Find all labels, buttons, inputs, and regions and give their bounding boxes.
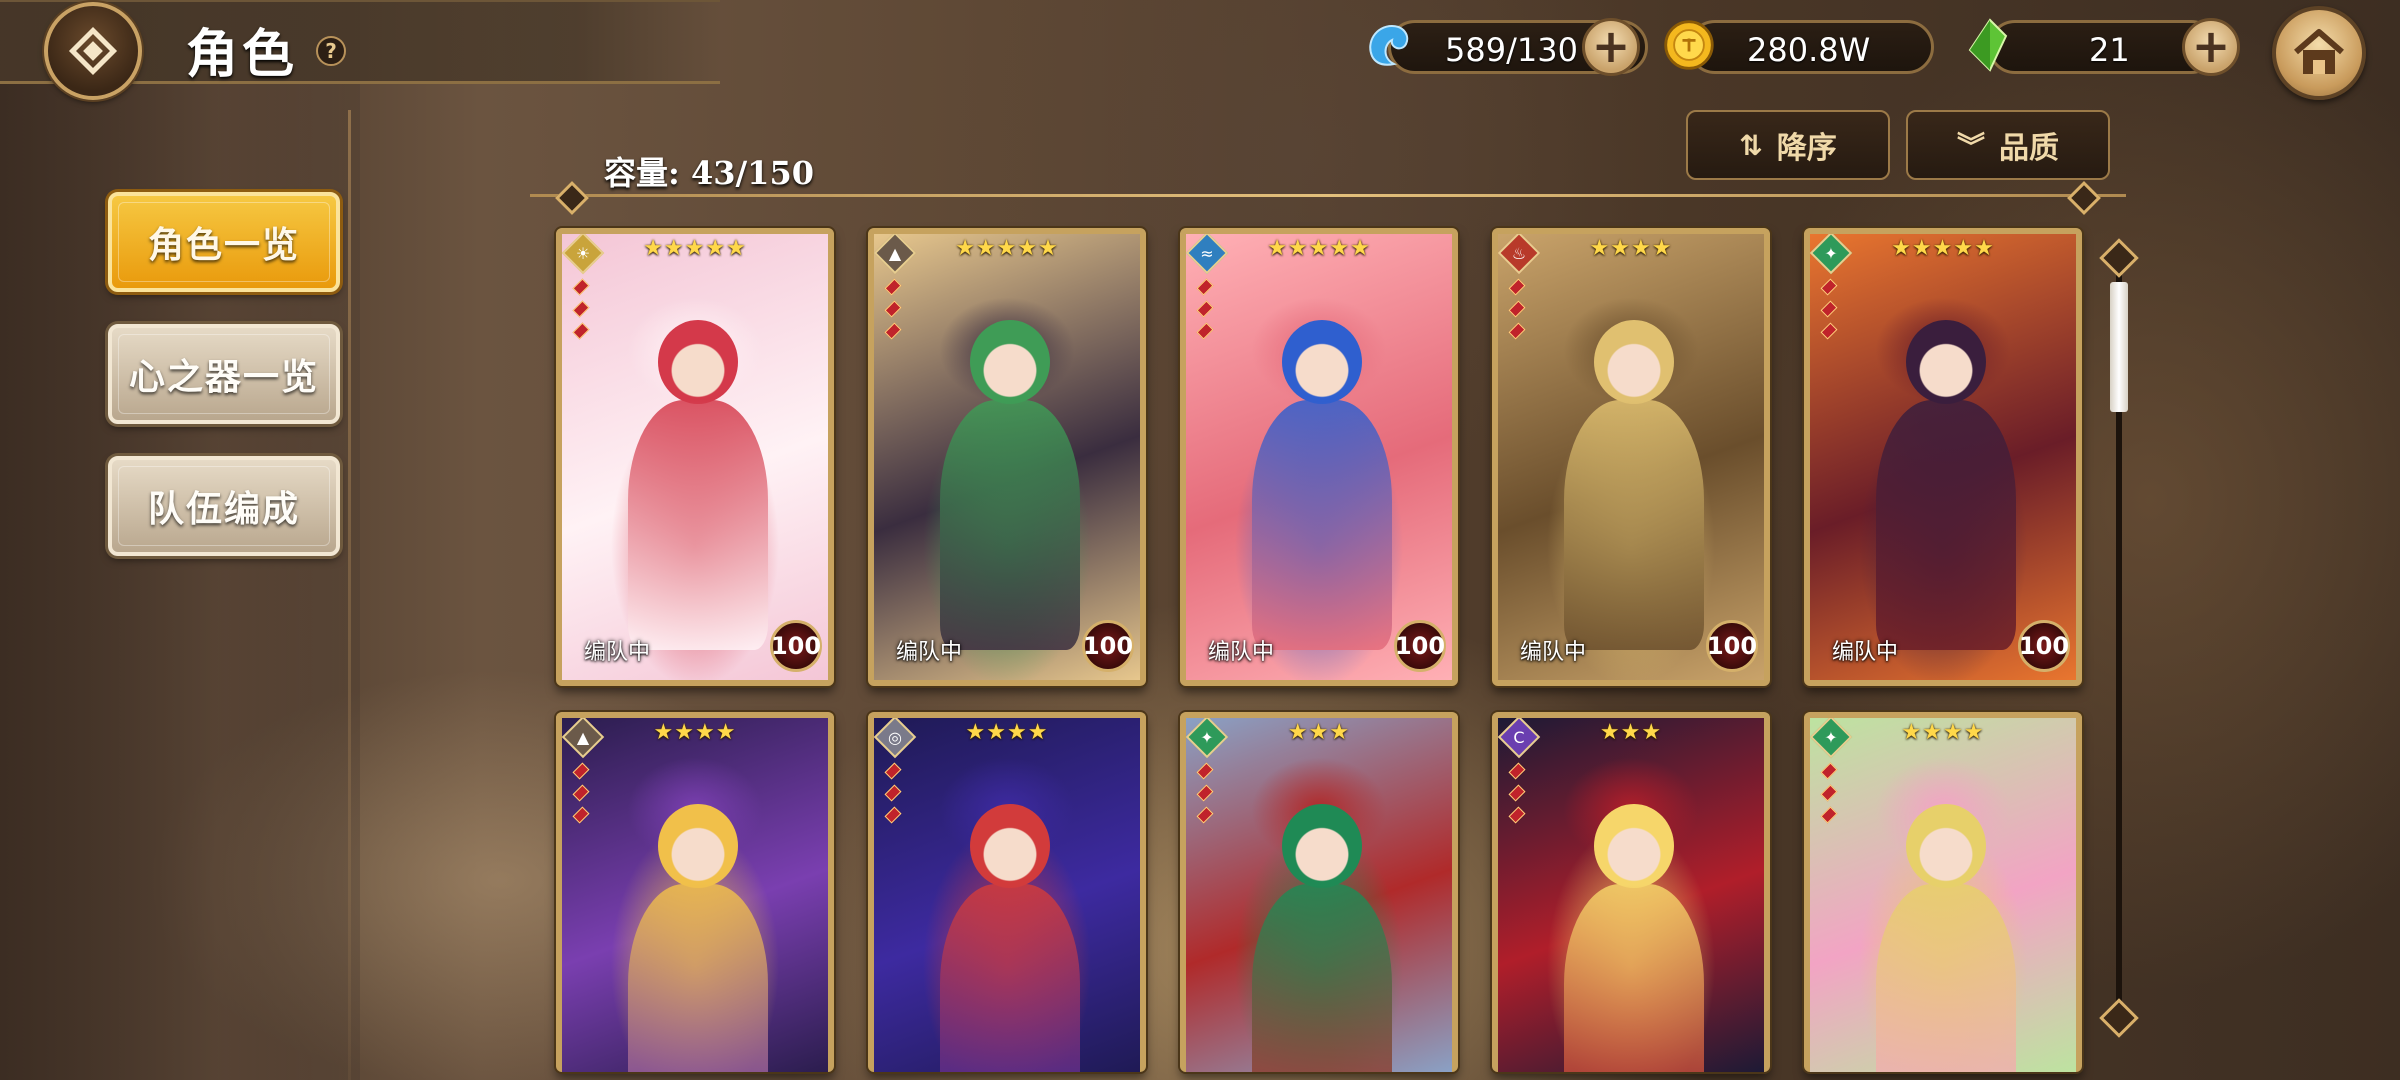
menu-character-list[interactable]: 角色一览 [108, 192, 340, 292]
character-card[interactable]: ★★★★ ♨ 编队中 100 [1492, 228, 1770, 686]
element-symbol: ✦ [1824, 727, 1838, 747]
chevron-down-icon: ︾ [1956, 130, 1985, 163]
left-divider [348, 110, 351, 1080]
element-symbol: ✦ [1200, 727, 1214, 747]
awakening-gems [1820, 278, 1838, 346]
element-symbol: ✦ [1824, 243, 1838, 263]
character-card[interactable]: ★★★★ ◎ [868, 712, 1146, 1072]
sort-order-button[interactable]: ⇅ 降序 [1686, 110, 1890, 180]
character-card[interactable]: ★★★★★ ≈ 编队中 100 [1180, 228, 1458, 686]
character-body [1876, 884, 2016, 1072]
green-crystal-icon [1960, 18, 2014, 72]
rarity-stars: ★★★★★ [643, 236, 747, 261]
home-button[interactable] [2272, 6, 2366, 100]
character-body [1876, 400, 2016, 650]
rarity-stars: ★★★ [1599, 720, 1663, 745]
gold-counter: 280.8W [1688, 20, 1934, 74]
in-team-tag: 编队中 [1208, 640, 1275, 665]
element-symbol: C [1513, 727, 1525, 747]
character-head [1906, 804, 1986, 888]
character-body [940, 884, 1080, 1072]
quality-filter-label: 品质 [1999, 131, 2059, 166]
in-team-tag: 编队中 [1520, 640, 1587, 665]
rarity-stars: ★★★★ [653, 720, 737, 745]
rarity-stars: ★★★★★ [955, 236, 1059, 261]
help-icon[interactable]: ? [316, 36, 346, 66]
character-head [658, 320, 738, 404]
level-badge: 100 [1394, 620, 1446, 672]
scrollbar-thumb[interactable] [2110, 282, 2128, 412]
awakening-gems [1196, 278, 1214, 346]
rarity-stars: ★★★★★ [1891, 236, 1995, 261]
level-badge: 100 [1706, 620, 1758, 672]
character-card[interactable]: ★★★★ ✦ [1804, 712, 2082, 1072]
level-badge: 100 [2018, 620, 2070, 672]
element-symbol: ♨ [1511, 243, 1527, 263]
awakening-gems [1820, 762, 1838, 830]
capacity-text: 容量: 43/150 [604, 154, 814, 192]
gold-coin-icon [1662, 18, 1716, 72]
awakening-gems [1508, 762, 1526, 830]
character-head [1594, 320, 1674, 404]
rarity-stars: ★★★★ [965, 720, 1049, 745]
sort-order-label: 降序 [1776, 131, 1837, 166]
character-body [628, 400, 768, 650]
character-card[interactable]: ★★★★ ▲ [556, 712, 834, 1072]
quality-filter-button[interactable]: ︾ 品质 [1906, 110, 2110, 180]
character-card[interactable]: ★★★★★ ▲ 编队中 100 [868, 228, 1146, 686]
rarity-stars: ★★★★ [1589, 236, 1673, 261]
character-card[interactable]: ★★★ C [1492, 712, 1770, 1072]
menu-heart-vessel-list[interactable]: 心之器一览 [108, 324, 340, 424]
gold-value: 280.8W [1747, 31, 1871, 69]
level-badge: 100 [1082, 620, 1134, 672]
awakening-gems [572, 762, 590, 830]
character-body [1252, 400, 1392, 650]
character-body [1564, 884, 1704, 1072]
menu-team-formation[interactable]: 队伍编成 [108, 456, 340, 556]
rarity-stars: ★★★★★ [1267, 236, 1371, 261]
character-head [658, 804, 738, 888]
awakening-gems [1508, 278, 1526, 346]
character-card[interactable]: ★★★★★ ☀ 编队中 100 [556, 228, 834, 686]
character-body [1564, 400, 1704, 650]
character-head [1594, 804, 1674, 888]
character-head [1282, 320, 1362, 404]
character-body [940, 400, 1080, 650]
rarity-stars: ★★★ [1287, 720, 1351, 745]
back-button[interactable] [44, 2, 142, 100]
stamina-value: 589/130 [1445, 31, 1578, 69]
element-symbol: ☀ [575, 243, 591, 263]
sort-icon: ⇅ [1739, 128, 1763, 162]
character-head [970, 320, 1050, 404]
in-team-tag: 编队中 [896, 640, 963, 665]
character-head [1906, 320, 1986, 404]
character-body [628, 884, 768, 1072]
awakening-gems [884, 278, 902, 346]
add-stamina-button[interactable]: + [1582, 18, 1640, 76]
character-card[interactable]: ★★★★★ ✦ 编队中 100 [1804, 228, 2082, 686]
character-head [970, 804, 1050, 888]
character-card[interactable]: ★★★ ✦ [1180, 712, 1458, 1072]
awakening-gems [572, 278, 590, 346]
house-icon [2294, 29, 2344, 74]
element-symbol: ▲ [888, 243, 902, 263]
character-head [1282, 804, 1362, 888]
gem-value: 21 [2089, 31, 2130, 69]
add-gem-button[interactable]: + [2182, 18, 2240, 76]
rarity-stars: ★★★★ [1901, 720, 1985, 745]
awakening-gems [884, 762, 902, 830]
level-badge: 100 [770, 620, 822, 672]
blue-spirit-icon [1362, 18, 1416, 72]
page-title: 角色 [186, 24, 299, 85]
in-team-tag: 编队中 [1832, 640, 1899, 665]
element-symbol: ◎ [888, 727, 902, 747]
element-symbol: ▲ [576, 727, 590, 747]
character-body [1252, 884, 1392, 1072]
diamond-back-icon [68, 26, 118, 76]
element-symbol: ≈ [1200, 243, 1214, 263]
in-team-tag: 编队中 [584, 640, 651, 665]
capacity-divider [530, 194, 2126, 197]
awakening-gems [1196, 762, 1214, 830]
